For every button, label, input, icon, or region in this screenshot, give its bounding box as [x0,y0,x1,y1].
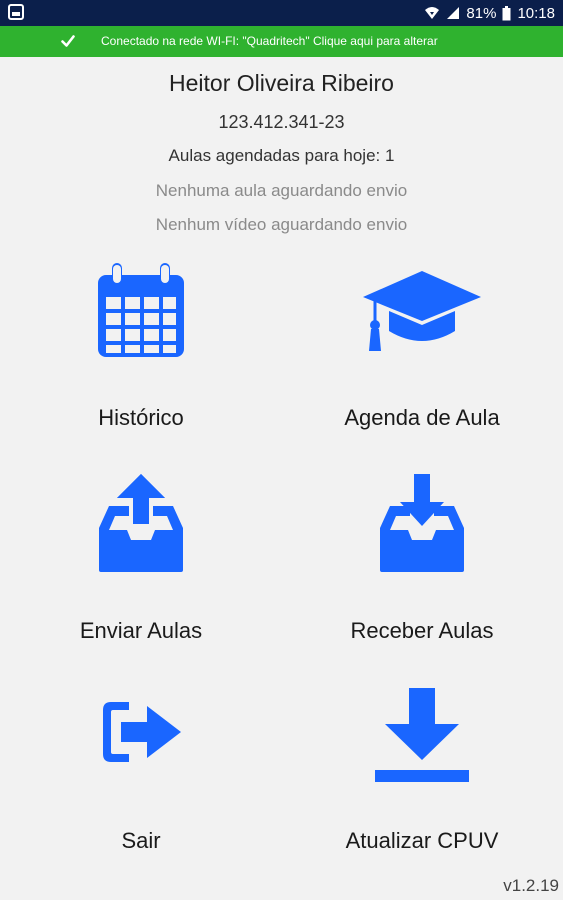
user-cpf: 123.412.341-23 [218,112,345,132]
agenda-label: Agenda de Aula [344,405,500,430]
app-screen: 81% 10:18 Conectado na rede WI-FI: "Quad… [0,0,563,900]
aulas-hoje-text: Aulas agendadas para hoje: 1 [168,146,395,165]
receber-aulas-label: Receber Aulas [350,618,494,643]
check-icon [61,34,75,48]
battery-icon [502,5,511,21]
video-envio-status: Nenhum vídeo aguardando envio [155,215,408,234]
receber-aulas-button[interactable]: Receber Aulas [281,468,563,678]
sign-out-icon [99,698,183,771]
enviar-aulas-label: Enviar Aulas [79,618,203,643]
app-version: v1.2.19 [503,876,559,895]
wifi-banner-text: Conectado na rede WI-FI: "Quadritech" Cl… [101,34,438,48]
wifi-banner[interactable]: Conectado na rede WI-FI: "Quadritech" Cl… [0,26,563,57]
graduation-cap-icon [361,269,483,358]
sair-button[interactable]: Sair [0,682,282,892]
calendar-icon [96,263,186,364]
upload-tray-icon [95,472,187,579]
status-indicators: 81% 10:18 [424,0,555,26]
cell-signal-icon [446,6,460,20]
status-bar: 81% 10:18 [0,0,563,26]
gallery-notification-icon [8,4,24,20]
historico-button[interactable]: Histórico [0,255,282,465]
download-tray-icon [376,472,468,579]
battery-percent: 81% [466,4,497,22]
user-name: Heitor Oliveira Ribeiro [169,70,394,96]
enviar-aulas-button[interactable]: Enviar Aulas [0,468,282,678]
atualizar-cpuv-button[interactable]: Atualizar CPUV [281,682,563,892]
atualizar-cpuv-label: Atualizar CPUV [345,828,499,853]
agenda-button[interactable]: Agenda de Aula [281,255,563,465]
clock: 10:18 [517,4,555,22]
aula-envio-status: Nenhuma aula aguardando envio [155,181,408,200]
download-icon [375,688,469,787]
sair-label: Sair [121,828,161,853]
historico-label: Histórico [98,405,184,430]
wifi-signal-icon [424,6,440,20]
